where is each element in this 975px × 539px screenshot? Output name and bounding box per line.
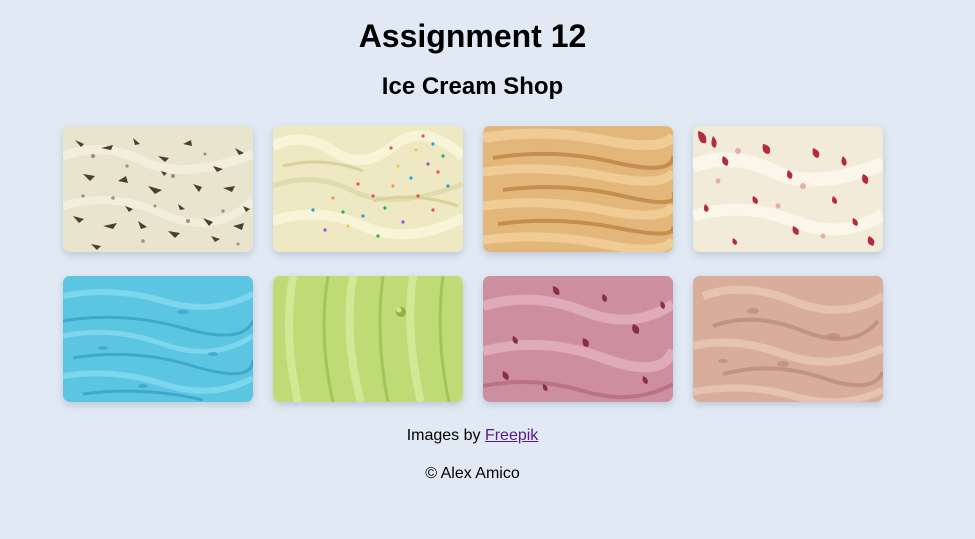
chocolate-texture — [693, 276, 883, 402]
image-credit-prefix: Images by — [406, 427, 481, 444]
caramel-texture — [483, 126, 673, 252]
ice-cream-image-chocolate[interactable] — [693, 276, 883, 402]
blue-moon-texture — [63, 276, 253, 402]
pistachio-texture — [273, 276, 463, 402]
ice-cream-image-cookies-and-cream[interactable] — [63, 126, 253, 252]
ice-cream-image-caramel[interactable] — [483, 126, 673, 252]
page-title: Assignment 12 — [358, 18, 587, 54]
cookies-and-cream-texture — [63, 126, 253, 252]
strawberry-cheesecake-texture — [693, 126, 883, 252]
page-subtitle: Ice Cream Shop — [381, 73, 564, 100]
ice-cream-gallery — [63, 126, 883, 402]
ice-cream-image-pistachio[interactable] — [273, 276, 463, 402]
vanilla-sprinkles-texture — [273, 126, 463, 252]
ice-cream-image-strawberry-cheesecake[interactable] — [693, 126, 883, 252]
ice-cream-image-vanilla-sprinkles[interactable] — [273, 126, 463, 252]
ice-cream-image-black-cherry[interactable] — [483, 276, 673, 402]
image-credit: Images by Freepik — [0, 426, 945, 446]
copyright-notice: © Alex Amico — [425, 465, 520, 482]
freepik-link[interactable]: Freepik — [485, 427, 538, 444]
ice-cream-image-blue-moon[interactable] — [63, 276, 253, 402]
black-cherry-texture — [483, 276, 673, 402]
page-header: Assignment 12 Ice Cream Shop — [0, 0, 945, 101]
